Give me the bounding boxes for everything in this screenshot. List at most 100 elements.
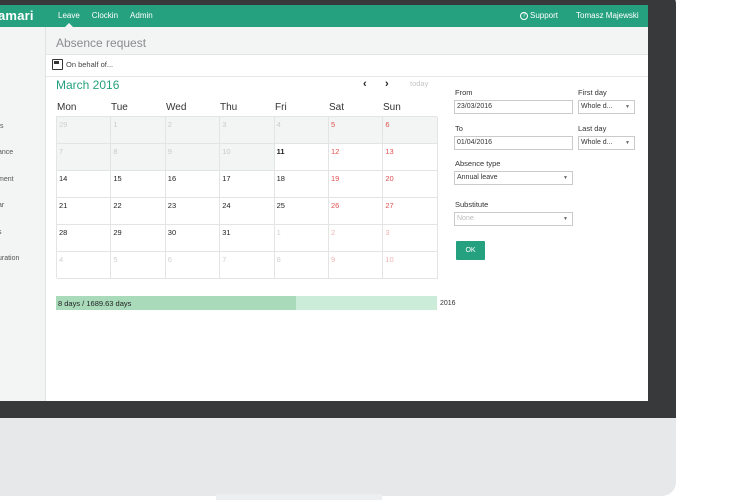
calendar-day[interactable]: 7: [57, 144, 112, 171]
calendar-day[interactable]: 29: [111, 225, 166, 252]
stage: amari Leave Clockin Admin ? Support Toma…: [0, 0, 750, 500]
calendar-day[interactable]: 16: [165, 171, 221, 198]
calendar-day[interactable]: 31: [220, 225, 275, 252]
calendar-day[interactable]: 24: [220, 198, 275, 225]
absence-type-select[interactable]: Annual leave ▼: [454, 171, 573, 185]
day-header-wed: Wed: [166, 102, 187, 113]
calendar-day[interactable]: 4: [274, 117, 329, 144]
page-title: Absence request: [56, 36, 147, 50]
calendar-day[interactable]: 5: [111, 252, 166, 279]
support-label: Support: [530, 11, 559, 20]
chevron-down-icon: ▼: [625, 104, 630, 110]
first-day-label: First day: [578, 88, 607, 97]
ok-button[interactable]: OK: [456, 241, 485, 260]
calendar-day[interactable]: 7: [220, 252, 275, 279]
chevron-down-icon: ▼: [563, 175, 568, 181]
calendar-day[interactable]: 26: [329, 198, 384, 225]
on-behalf-label: On behalf of...: [66, 60, 114, 69]
calendar-day[interactable]: 18: [274, 171, 329, 198]
on-behalf-button[interactable]: On behalf of...: [52, 59, 113, 70]
to-date-input[interactable]: 01/04/2016: [454, 136, 573, 150]
sidebar-item-5[interactable]: s: [0, 229, 2, 236]
monitor-chin: [0, 418, 676, 496]
calendar-day[interactable]: 15: [111, 171, 166, 198]
allowance-progress-label: 8 days / 1689.63 days: [58, 299, 132, 308]
first-day-select[interactable]: Whole d... ▼: [578, 100, 635, 114]
sidebar-item-3[interactable]: ment: [0, 176, 14, 183]
top-nav-bar: amari Leave Clockin Admin ? Support Toma…: [0, 5, 648, 27]
next-month-button[interactable]: ›: [385, 78, 389, 90]
nav-clockin[interactable]: Clockin: [86, 5, 124, 27]
support-link[interactable]: ? Support: [520, 5, 558, 27]
calendar-day[interactable]: 10: [220, 144, 275, 171]
calendar-day[interactable]: 9: [165, 144, 221, 171]
calendar-day[interactable]: 13: [383, 144, 438, 171]
nav-admin[interactable]: Admin: [124, 5, 159, 27]
chevron-down-icon: ▼: [563, 216, 568, 222]
calendar-day[interactable]: 29: [57, 117, 112, 144]
substitute-label: Substitute: [455, 200, 489, 209]
calendar-day[interactable]: 3: [383, 225, 438, 252]
to-label: To: [455, 124, 463, 133]
last-day-select[interactable]: Whole d... ▼: [578, 136, 635, 150]
calendar-day[interactable]: 14: [57, 171, 112, 198]
day-header-sun: Sun: [383, 102, 401, 113]
from-date-input[interactable]: 23/03/2016: [454, 100, 573, 114]
today-button[interactable]: today: [410, 79, 428, 88]
calendar-day[interactable]: 5: [329, 117, 384, 144]
calendar-day[interactable]: 19: [329, 171, 384, 198]
calendar-day[interactable]: 3: [220, 117, 275, 144]
calendar-day[interactable]: 4: [57, 252, 112, 279]
calendar-day[interactable]: 1: [274, 225, 329, 252]
last-day-value: Whole d...: [581, 139, 613, 146]
sidebar-item-1[interactable]: ts: [0, 123, 3, 130]
calendar-day[interactable]: 30: [165, 225, 221, 252]
calendar-grid: 29 1 2 3 4 5 6 7 8 9 10 11 12 13 14 15 16 17 18 19 20 21 22 23 2…: [56, 116, 438, 279]
sidebar: ts ance ment ar s uration: [0, 27, 46, 401]
calendar-day[interactable]: 9: [329, 252, 384, 279]
day-header-fri: Fri: [275, 102, 287, 113]
page-header: Absence request: [46, 27, 648, 55]
day-header-tue: Tue: [111, 102, 128, 113]
calendar-day[interactable]: 8: [111, 144, 166, 171]
calendar-day[interactable]: 6: [165, 252, 221, 279]
sidebar-item-2[interactable]: ance: [0, 149, 13, 156]
calendar-day[interactable]: 10: [383, 252, 438, 279]
calendar-day[interactable]: 27: [383, 198, 438, 225]
last-day-label: Last day: [578, 124, 607, 133]
calendar-month-title: March 2016: [56, 78, 120, 92]
first-day-value: Whole d...: [581, 103, 613, 110]
chevron-down-icon: ▼: [625, 140, 630, 146]
calendar-day[interactable]: 23: [165, 198, 221, 225]
main-nav: Leave Clockin Admin: [52, 5, 159, 27]
calendar-day[interactable]: 1: [111, 117, 166, 144]
substitute-select[interactable]: None ▼: [454, 212, 573, 226]
monitor-stand: [216, 494, 382, 500]
calendar-day[interactable]: 20: [383, 171, 438, 198]
calendar-day[interactable]: 17: [220, 171, 275, 198]
sidebar-item-4[interactable]: ar: [0, 202, 4, 209]
calendar-day[interactable]: 2: [165, 117, 221, 144]
calendar-day[interactable]: 6: [383, 117, 438, 144]
calendar-day[interactable]: 28: [57, 225, 112, 252]
sidebar-item-6[interactable]: uration: [0, 255, 19, 262]
brand-logo: amari: [0, 8, 34, 23]
substitute-placeholder: None: [457, 215, 474, 222]
calendar-day[interactable]: 12: [329, 144, 384, 171]
floppy-disk-icon: [52, 59, 63, 70]
calendar-day[interactable]: 21: [57, 198, 112, 225]
calendar-day[interactable]: 22: [111, 198, 166, 225]
calendar-day[interactable]: 2: [329, 225, 384, 252]
absence-type-value: Annual leave: [457, 174, 498, 181]
prev-month-button[interactable]: ‹: [363, 78, 367, 90]
from-label: From: [455, 88, 473, 97]
user-menu[interactable]: Tomasz Majewski: [576, 5, 639, 27]
nav-leave[interactable]: Leave: [52, 5, 86, 27]
day-header-mon: Mon: [57, 102, 77, 113]
calendar-day[interactable]: 11: [274, 144, 329, 171]
day-header-thu: Thu: [220, 102, 238, 113]
allowance-year: 2016: [440, 300, 456, 307]
calendar-day[interactable]: 8: [274, 252, 329, 279]
day-header-sat: Sat: [329, 102, 345, 113]
calendar-day[interactable]: 25: [274, 198, 329, 225]
